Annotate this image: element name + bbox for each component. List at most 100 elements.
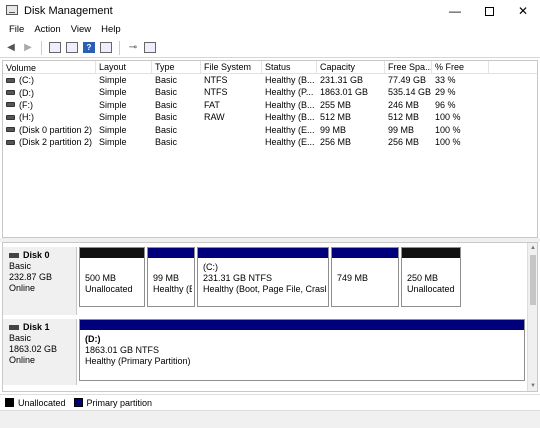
cell-status: Healthy (P... — [265, 87, 314, 98]
partition-block[interactable]: 749 MB — [331, 247, 399, 307]
table-row[interactable]: (H:) Simple Basic RAW Healthy (B... 512 MB 512… — [3, 111, 537, 123]
cell-free-space: 512 MB — [388, 112, 420, 123]
disk-icon — [9, 253, 19, 258]
cell-volume: (Disk 0 partition 2) — [3, 124, 96, 136]
toolbar: ◀ ▶ ? ⊸ — [0, 38, 540, 58]
properties-icon[interactable] — [65, 41, 79, 55]
partition-title — [153, 262, 189, 273]
drive-icon — [6, 127, 15, 133]
vertical-scrollbar[interactable]: ▲ ▼ — [527, 243, 537, 391]
cell-percent-free: 100 % — [435, 124, 461, 135]
menu-view[interactable]: View — [66, 22, 96, 38]
cell-volume: (F:) — [3, 99, 96, 111]
disk-size: 1863.02 GB — [9, 344, 58, 354]
cell-status: Healthy (E... — [265, 124, 315, 135]
cell-status: Healthy (B... — [265, 99, 315, 110]
volume-name: (Disk 0 partition 2) — [19, 124, 93, 135]
unallocated-swatch — [5, 398, 14, 407]
table-row[interactable]: (D:) Simple Basic NTFS Healthy (P... 1863.01 … — [3, 86, 537, 98]
help-icon[interactable]: ? — [82, 41, 96, 55]
partition-size: 749 MB — [337, 273, 369, 283]
drive-icon — [6, 77, 15, 83]
scroll-down-icon[interactable]: ▼ — [528, 381, 537, 391]
cell-file-system — [201, 136, 262, 148]
menu-action[interactable]: Action — [29, 22, 65, 38]
list-view-icon[interactable] — [99, 41, 113, 55]
drive-icon — [6, 114, 15, 120]
disk-name: Disk 1 — [23, 322, 50, 332]
partition-status: Healthy (Primary Partition) — [85, 356, 191, 366]
disk-management-icon — [6, 5, 18, 15]
settings-view-icon[interactable] — [143, 41, 157, 55]
cell-status: Healthy (B... — [265, 75, 315, 85]
table-row[interactable]: (C:) Simple Basic NTFS Healthy (B... 231.31 G… — [3, 74, 537, 86]
cell-volume: (Disk 2 partition 2) — [3, 136, 96, 148]
column-file-system[interactable]: File System — [201, 61, 262, 74]
disk-label[interactable]: Disk 1 Basic 1863.02 GB Online — [3, 319, 77, 385]
cell-volume: (C:) — [3, 74, 96, 86]
partition-status: Healthy (E — [153, 284, 192, 294]
column-capacity[interactable]: Capacity — [317, 61, 385, 74]
partition-bar — [332, 248, 398, 258]
menu-file[interactable]: File — [4, 22, 29, 38]
cell-percent-free: 29 % — [435, 87, 456, 98]
disk-size: 232.87 GB — [9, 272, 53, 282]
volume-name: (H:) — [19, 112, 34, 123]
menu-help[interactable]: Help — [96, 22, 126, 38]
cell-percent-free: 100 % — [435, 136, 461, 147]
column-type[interactable]: Type — [152, 61, 201, 74]
back-arrow-icon[interactable]: ◀ — [4, 41, 18, 55]
cell-volume: (D:) — [3, 86, 96, 98]
cell-layout: Simple — [99, 136, 127, 147]
table-row[interactable]: (Disk 0 partition 2) Simple Basic Healthy (… — [3, 124, 537, 136]
disk-label[interactable]: Disk 0 Basic 232.87 GB Online — [3, 247, 77, 315]
table-row[interactable]: (F:) Simple Basic FAT Healthy (B... 255 MB 246… — [3, 99, 537, 111]
partition-block[interactable]: 250 MB Unallocated — [401, 247, 461, 307]
partition-size: 250 MB — [407, 273, 439, 283]
scroll-thumb[interactable] — [530, 255, 536, 305]
cell-capacity: 256 MB — [320, 136, 352, 147]
partition-block[interactable]: (D:) 1863.01 GB NTFS Healthy (Primary Pa… — [79, 319, 525, 381]
disk-icon — [9, 325, 19, 330]
status-bar — [0, 410, 540, 428]
cell-file-system: NTFS — [204, 87, 228, 98]
cell-free-space: 535.14 GB — [388, 87, 432, 98]
partition-title — [337, 262, 393, 273]
volume-name: (F:) — [19, 99, 33, 110]
column-volume[interactable]: Volume — [3, 61, 96, 74]
legend-primary-partition: Primary partition — [86, 397, 153, 408]
forward-arrow-icon[interactable]: ▶ — [21, 41, 35, 55]
partition-bar — [148, 248, 194, 258]
partition-block[interactable]: 99 MB Healthy (E — [147, 247, 195, 307]
cell-status: Healthy (B... — [265, 112, 315, 123]
close-button[interactable]: ✕ — [506, 0, 540, 22]
connect-icon[interactable]: ⊸ — [126, 41, 140, 55]
partition-size: 500 MB — [85, 273, 117, 283]
window-title: Disk Management — [24, 5, 113, 17]
partition-status: Unallocated — [407, 284, 455, 294]
legend: Unallocated Primary partition — [0, 394, 540, 410]
drive-icon — [6, 102, 15, 108]
console-tree-icon[interactable] — [48, 41, 62, 55]
partition-title: (C:) — [203, 262, 218, 272]
minimize-button[interactable]: — — [438, 0, 472, 22]
scroll-up-icon[interactable]: ▲ — [528, 243, 537, 253]
maximize-icon — [484, 6, 494, 16]
table-row[interactable]: (Disk 2 partition 2) Simple Basic Healthy (… — [3, 136, 537, 148]
partition-size: 99 MB — [153, 273, 180, 283]
partition-block[interactable]: 500 MB Unallocated — [79, 247, 145, 307]
partition-status: Healthy (Boot, Page File, Crash D — [203, 284, 326, 294]
column-layout[interactable]: Layout — [96, 61, 152, 74]
column-percent-free[interactable]: % Free — [432, 61, 489, 74]
cell-free-space: 99 MB — [388, 124, 415, 135]
partition-title — [407, 262, 455, 273]
column-status[interactable]: Status — [262, 61, 317, 74]
column-free-space[interactable]: Free Spa... — [385, 61, 432, 74]
maximize-button[interactable] — [472, 0, 506, 22]
disk-state: Online — [9, 355, 36, 365]
primary-partition-swatch — [73, 398, 83, 407]
cell-type: Basic — [155, 75, 178, 85]
partition-block[interactable]: (C:) 231.31 GB NTFS Healthy (Boot, Page … — [197, 247, 329, 307]
cell-layout: Simple — [99, 75, 127, 85]
cell-type: Basic — [155, 99, 178, 110]
